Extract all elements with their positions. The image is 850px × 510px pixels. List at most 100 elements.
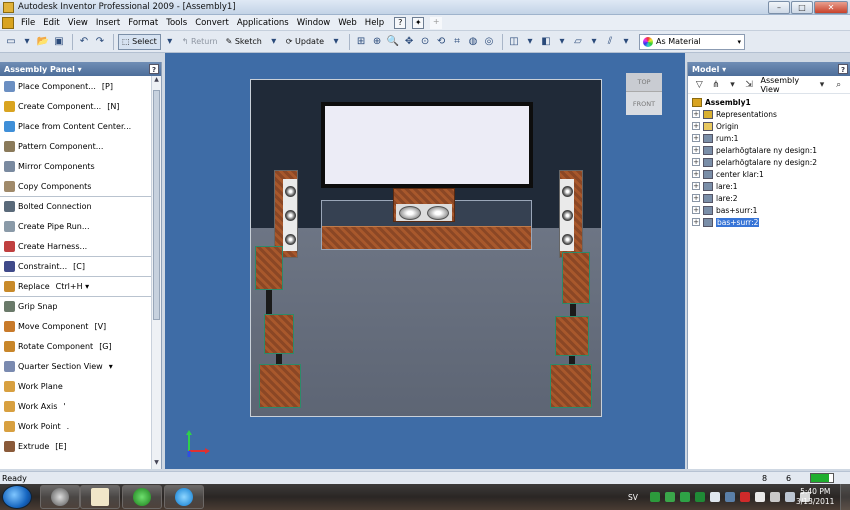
command-grip-snap[interactable]: Grip Snap (0, 296, 151, 316)
menu-format[interactable]: Format (124, 18, 162, 28)
menu-view[interactable]: View (64, 18, 92, 28)
zoom-window-icon[interactable]: ⊕ (370, 34, 384, 50)
new-icon[interactable]: ▭ (4, 34, 18, 50)
command-place-component[interactable]: Place Component... [P] (0, 76, 151, 96)
star-icon[interactable]: ✦ (412, 16, 425, 29)
ati-icon[interactable] (739, 492, 750, 502)
tree-node[interactable]: + rum:1 (688, 132, 850, 144)
tree-root-assembly[interactable]: Assembly1 (688, 96, 850, 108)
shadow-dropdown-icon[interactable]: ▾ (555, 34, 569, 50)
view-cube-icon[interactable]: ◫ (507, 34, 521, 50)
shadow-icon[interactable]: ◧ (539, 34, 553, 50)
model-browser-header[interactable]: Model ▾ ? (688, 62, 850, 76)
center-speaker[interactable] (393, 188, 455, 222)
expand-icon[interactable]: + (692, 110, 700, 118)
pan-icon[interactable]: ✥ (402, 34, 416, 50)
tree-options-icon[interactable]: ⋔ (711, 79, 722, 91)
tower-speaker-right[interactable] (559, 170, 583, 258)
ground-dropdown-icon[interactable]: ▾ (587, 34, 601, 50)
filter-icon[interactable]: ▽ (694, 79, 705, 91)
expand-icon[interactable]: + (692, 182, 700, 190)
projection-screen[interactable] (321, 102, 533, 188)
add-icon[interactable]: + (430, 16, 443, 29)
menu-edit[interactable]: Edit (39, 18, 63, 28)
update-dropdown-icon[interactable]: ▾ (329, 34, 343, 50)
menu-window[interactable]: Window (293, 18, 335, 28)
command-copy-components[interactable]: Copy Components (0, 176, 151, 196)
view-cube-top[interactable]: TOP (626, 73, 662, 91)
assembly-view-select[interactable]: Assembly View (761, 76, 814, 94)
command-quarter-section-view[interactable]: Quarter Section View ▾ (0, 356, 151, 376)
command-create-pipe-run[interactable]: Create Pipe Run... (0, 216, 151, 236)
help-icon[interactable]: ? (394, 16, 407, 29)
command-work-point[interactable]: Work Point. (0, 416, 151, 436)
tree-node[interactable]: + bas+surr:1 (688, 204, 850, 216)
tower-speaker-left[interactable] (274, 170, 298, 258)
command-create-harness[interactable]: Create Harness... (0, 236, 151, 256)
menu-web[interactable]: Web (334, 18, 361, 28)
taskbar-inventor[interactable] (80, 485, 120, 509)
expand-icon[interactable]: + (692, 206, 700, 214)
view-cube-front[interactable]: FRONT (626, 91, 662, 115)
tree-options-dropdown-icon[interactable]: ▾ (727, 79, 738, 91)
tree-node[interactable]: + bas+surr:2 (688, 216, 850, 228)
menu-help[interactable]: Help (361, 18, 388, 28)
menu-applications[interactable]: Applications (233, 18, 293, 28)
tree-node[interactable]: + center klar:1 (688, 168, 850, 180)
tray-app-icon[interactable] (679, 492, 690, 502)
maximize-button[interactable]: □ (791, 1, 813, 14)
sketch-dropdown-icon[interactable]: ▾ (267, 34, 281, 50)
tree-node[interactable]: + lare:1 (688, 180, 850, 192)
panel-scrollbar[interactable]: ▲ ▼ (151, 76, 161, 469)
panel-help-icon[interactable]: ? (149, 64, 159, 74)
scroll-down-icon[interactable]: ▼ (152, 459, 161, 469)
tree-node[interactable]: + lare:2 (688, 192, 850, 204)
command-mirror-components[interactable]: Mirror Components (0, 156, 151, 176)
network-icon[interactable] (784, 492, 795, 502)
command-work-axis[interactable]: Work Axis ' (0, 396, 151, 416)
show-desktop-button[interactable] (840, 484, 850, 510)
material-select[interactable]: As Material ▾ (639, 33, 746, 50)
return-button[interactable]: ↰ Return (179, 34, 221, 50)
command-move-component[interactable]: Move Component [V] (0, 316, 151, 336)
action-center-flag-icon[interactable] (754, 492, 765, 502)
zoom-icon[interactable]: 🔍 (386, 34, 400, 50)
menu-convert[interactable]: Convert (191, 18, 233, 28)
display-mode-icon[interactable]: ◎ (482, 34, 496, 50)
inventor-app-icon[interactable] (3, 2, 14, 13)
command-replace[interactable]: Replace Ctrl+H ▾ (0, 276, 151, 296)
airplane-icon[interactable] (709, 492, 720, 502)
new-dropdown-icon[interactable]: ▾ (20, 34, 34, 50)
tree-node[interactable]: + Origin (688, 120, 850, 132)
bass-unit-right-lower[interactable] (550, 364, 592, 408)
undo-icon[interactable]: ↶ (77, 34, 91, 50)
redo-icon[interactable]: ↷ (93, 34, 107, 50)
bass-unit-left-upper[interactable] (264, 314, 294, 354)
expand-icon[interactable]: + (692, 146, 700, 154)
update-button[interactable]: ⟳ Update (283, 34, 327, 50)
surround-speaker-right[interactable] (562, 252, 590, 304)
save-icon[interactable]: ▣ (52, 34, 66, 50)
command-bolted-connection[interactable]: Bolted Connection (0, 196, 151, 216)
bass-unit-right-upper[interactable] (555, 316, 589, 356)
menu-insert[interactable]: Insert (92, 18, 124, 28)
section-icon[interactable]: ⫽ (603, 34, 617, 50)
look-at-icon[interactable]: ⌗ (450, 34, 464, 50)
bass-unit-left-lower[interactable] (259, 364, 301, 408)
expand-icon[interactable]: + (692, 194, 700, 202)
surround-speaker-left[interactable] (255, 246, 283, 290)
assembly-view-icon[interactable]: ⇲ (744, 79, 755, 91)
display-icon[interactable] (769, 492, 780, 502)
taskbar-spotify[interactable] (122, 485, 162, 509)
assembly-view-dropdown-icon[interactable]: ▾ (817, 79, 828, 91)
tree-node[interactable]: + Representations (688, 108, 850, 120)
menu-tools[interactable]: Tools (162, 18, 191, 28)
tray-app-icon[interactable] (724, 492, 735, 502)
tray-app-icon[interactable] (694, 492, 705, 502)
graphics-viewport[interactable]: TOP FRONT (165, 53, 685, 469)
start-button[interactable] (2, 485, 32, 509)
minimize-button[interactable]: – (768, 1, 790, 14)
tray-app-icon[interactable] (664, 492, 675, 502)
tree-node[interactable]: + pelarhögtalare ny design:1 (688, 144, 850, 156)
zoom-selected-icon[interactable]: ⊙ (418, 34, 432, 50)
